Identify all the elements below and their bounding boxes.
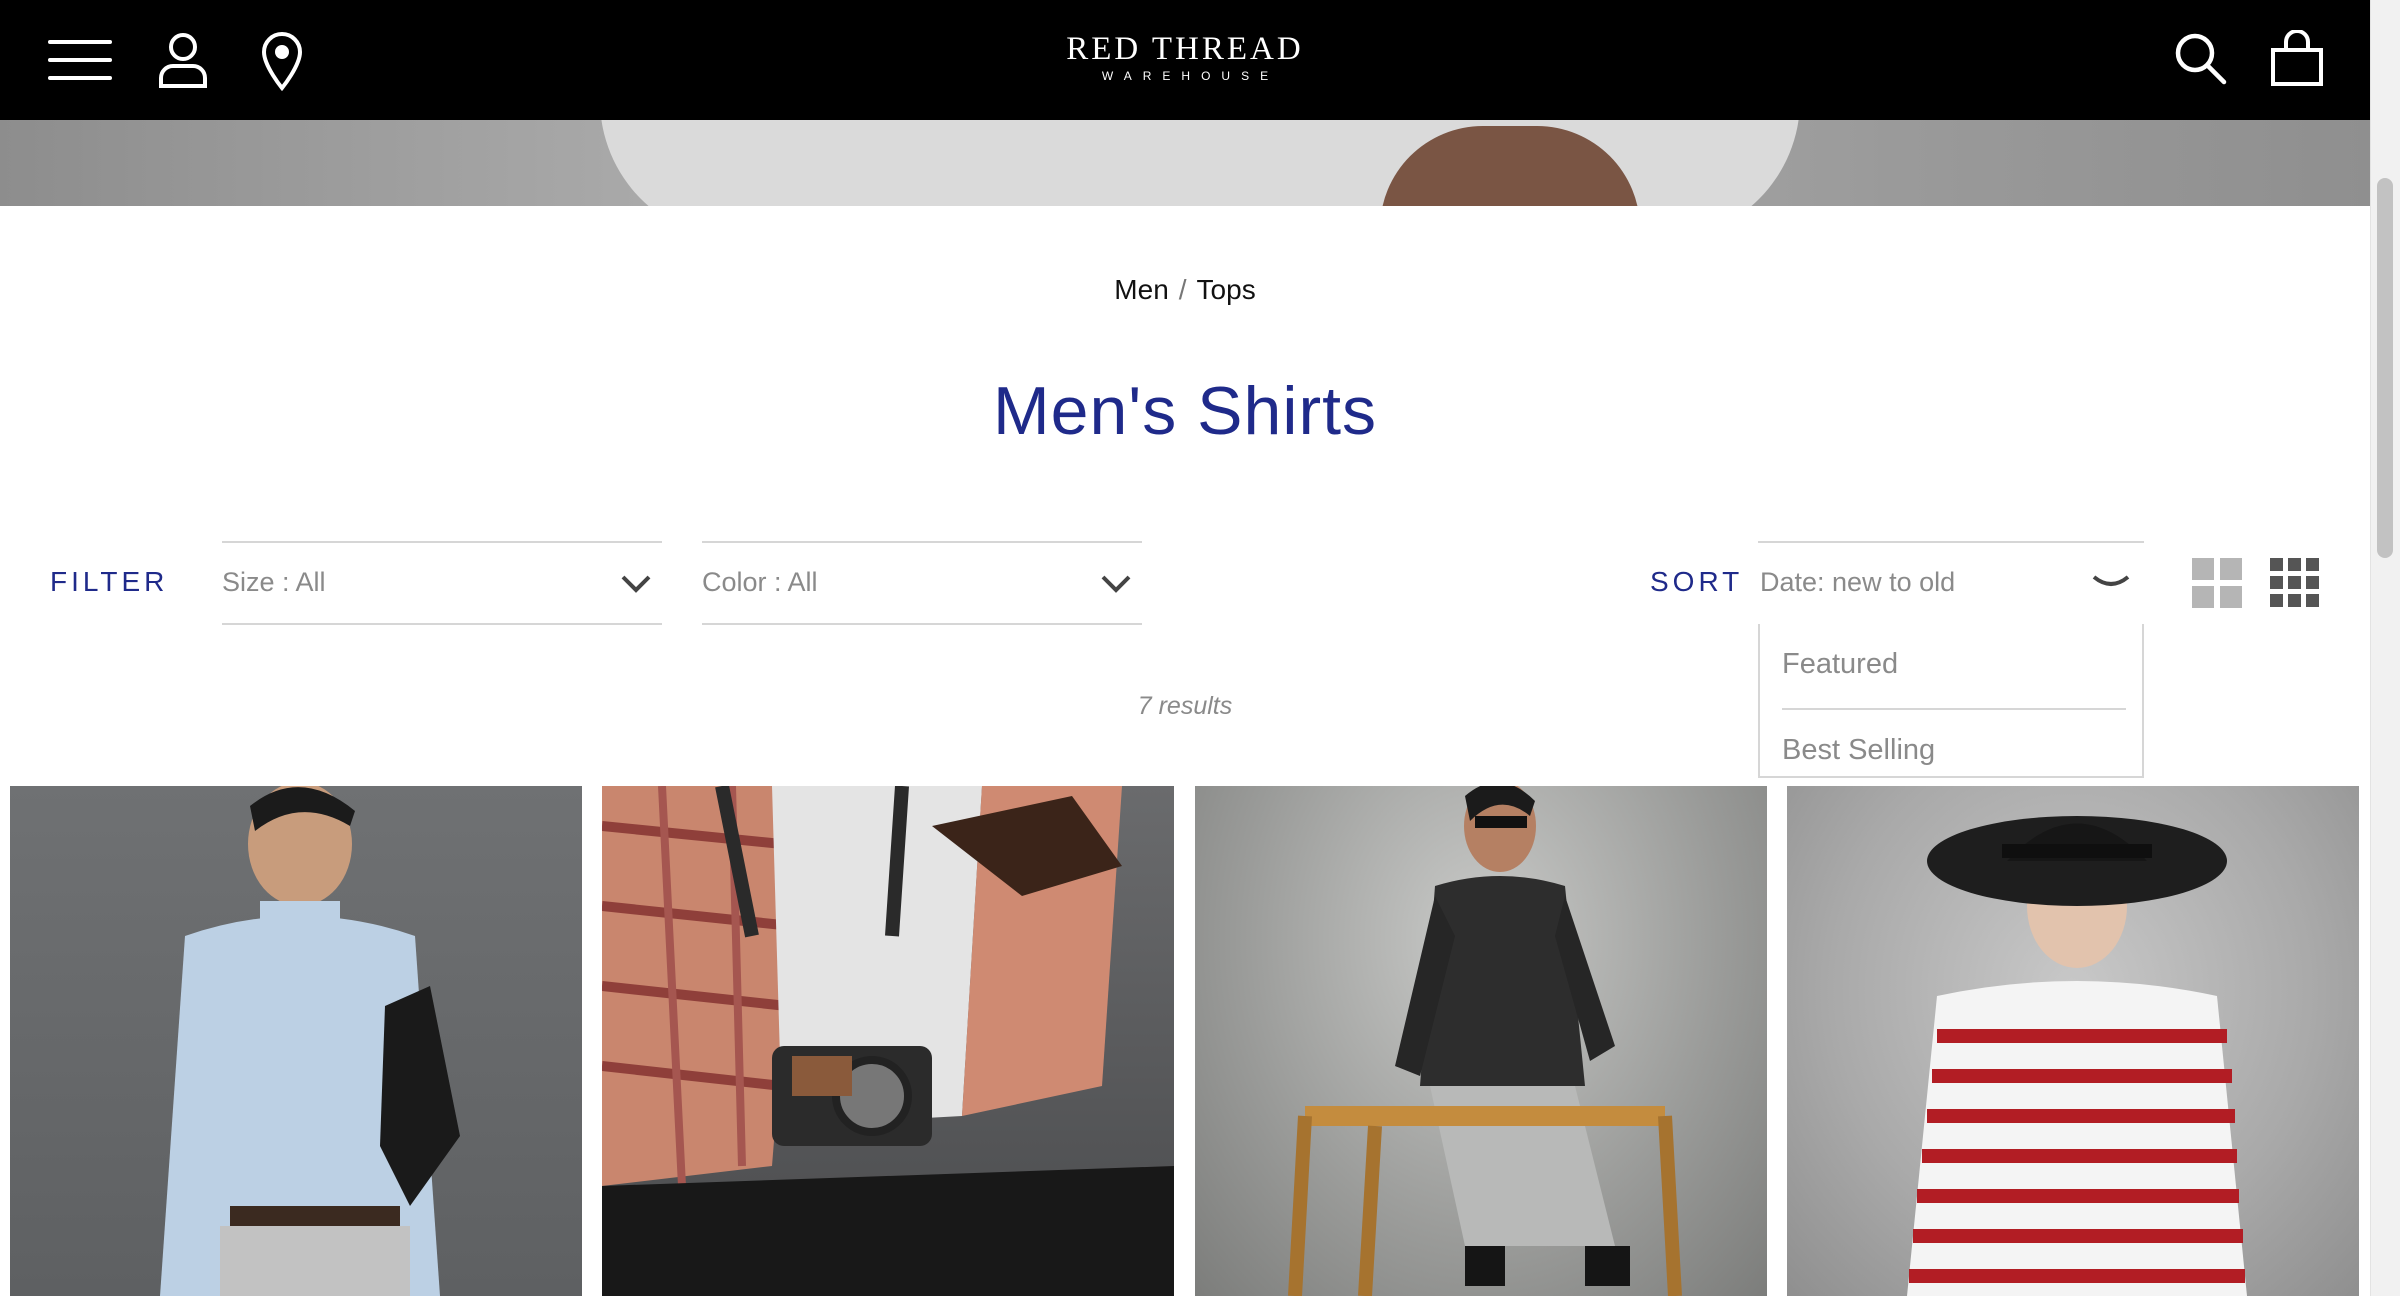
search-icon[interactable] <box>2172 30 2228 86</box>
product-image <box>602 786 1174 1296</box>
product-card[interactable] <box>10 786 582 1296</box>
product-card[interactable] <box>1195 786 1767 1296</box>
sort-option-featured[interactable]: Featured <box>1782 648 2122 681</box>
breadcrumb-tops[interactable]: Tops <box>1197 274 1256 305</box>
product-card[interactable] <box>602 786 1174 1296</box>
product-image <box>1907 816 2247 1296</box>
breadcrumb: Men / Tops <box>0 274 2370 306</box>
breadcrumb-men[interactable]: Men <box>1114 274 1168 305</box>
product-image <box>1288 786 1682 1296</box>
chevron-down-icon <box>1101 575 1131 593</box>
page-title: Men's Shirts <box>993 373 1377 449</box>
product-card[interactable] <box>1787 786 2359 1296</box>
menu-icon[interactable] <box>46 36 114 84</box>
scrollbar-thumb[interactable] <box>2377 178 2393 558</box>
chevron-down-icon <box>2092 575 2130 586</box>
results-count: 7 results <box>1137 692 1233 720</box>
grid-view-3col-icon[interactable] <box>2270 558 2320 608</box>
color-filter-dropdown[interactable]: Color : All <box>702 541 1142 625</box>
size-filter-dropdown[interactable]: Size : All <box>222 541 662 625</box>
shopping-bag-icon[interactable] <box>2268 30 2326 88</box>
product-image <box>160 786 460 1296</box>
sort-selected-value: Date: new to old <box>1760 567 1956 597</box>
hero-banner-image <box>0 120 2370 206</box>
account-icon[interactable] <box>156 30 210 90</box>
breadcrumb-separator: / <box>1178 274 1187 305</box>
chevron-down-icon <box>621 575 651 593</box>
location-pin-icon[interactable] <box>258 30 306 92</box>
sort-label: SORT <box>1650 566 1744 597</box>
grid-view-2col-icon[interactable] <box>2192 558 2242 608</box>
sort-dropdown[interactable]: Date: new to old <box>1758 541 2144 625</box>
color-filter-value: Color : All <box>702 567 818 597</box>
site-header: RED THREAD WAREHOUSE <box>0 0 2370 120</box>
filter-label[interactable]: FILTER <box>50 566 168 598</box>
brand-name: RED THREAD <box>1066 31 1304 67</box>
brand-tagline: WAREHOUSE <box>1101 69 1280 83</box>
sort-option-best-selling[interactable]: Best Selling <box>1782 734 2122 767</box>
brand-logo[interactable]: RED THREAD WAREHOUSE <box>1000 30 1370 90</box>
size-filter-value: Size : All <box>222 567 326 597</box>
